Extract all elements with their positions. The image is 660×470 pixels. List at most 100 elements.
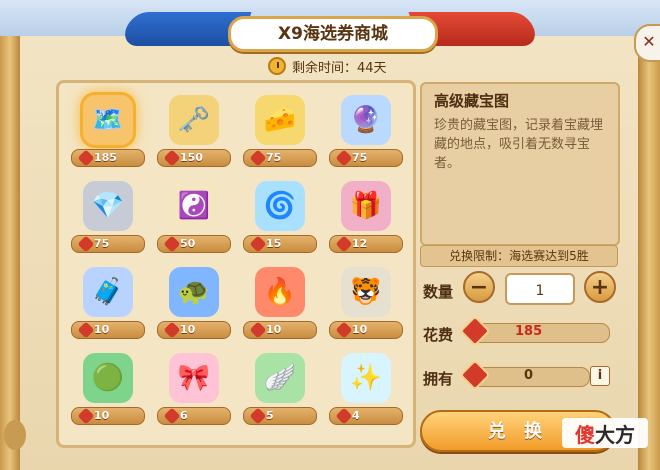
item-slot[interactable]: 🐢 10 bbox=[153, 261, 233, 345]
coupon-icon bbox=[163, 235, 181, 253]
cost-value: 185 bbox=[515, 324, 543, 339]
quantity-decrease-button[interactable]: − bbox=[463, 271, 495, 303]
page-title: X9海选券商城 bbox=[278, 24, 388, 44]
item-slot[interactable]: 🎁 12 bbox=[325, 175, 405, 259]
box-icon: 🎀 bbox=[169, 353, 219, 403]
timer: 剩余时间：44天 bbox=[268, 56, 387, 76]
price-tag: 10 bbox=[157, 321, 231, 339]
price-value: 150 bbox=[180, 151, 203, 164]
coupon-icon bbox=[77, 235, 95, 253]
coupon-icon bbox=[249, 407, 267, 425]
map-icon: 🗺️ bbox=[83, 95, 133, 145]
cost-label: 花费 bbox=[423, 326, 454, 344]
price-tag: 5 bbox=[243, 407, 317, 425]
price-tag: 12 bbox=[329, 235, 403, 253]
quantity-increase-button[interactable]: + bbox=[584, 271, 616, 303]
price-tag: 75 bbox=[243, 149, 317, 167]
quantity-label: 数量 bbox=[423, 283, 454, 301]
item-slot[interactable]: 💎 75 bbox=[67, 175, 147, 259]
title-banner: X9海选券商城 bbox=[118, 2, 542, 58]
coupon-icon bbox=[77, 321, 95, 339]
item-slot[interactable]: 🌀 15 bbox=[239, 175, 319, 259]
coupon-icon bbox=[163, 407, 181, 425]
item-slot[interactable]: 🗺️ 185 bbox=[67, 89, 147, 173]
price-value: 10 bbox=[180, 323, 196, 336]
price-tag: 4 bbox=[329, 407, 403, 425]
price-value: 10 bbox=[94, 323, 110, 336]
price-value: 6 bbox=[180, 409, 188, 422]
item-detail-panel: 高级藏宝图 珍贵的藏宝图，记录着宝藏埋藏的地点，吸引着无数寻宝者。 bbox=[420, 82, 620, 246]
price-tag: 75 bbox=[71, 235, 145, 253]
coupon-icon bbox=[77, 407, 95, 425]
item-slot[interactable]: ✨ 4 bbox=[325, 347, 405, 431]
item-description: 珍贵的藏宝图，记录着宝藏埋藏的地点，吸引着无数寻宝者。 bbox=[434, 118, 604, 171]
price-tag: 10 bbox=[71, 321, 145, 339]
info-icon[interactable]: i bbox=[590, 366, 610, 386]
coupon-icon bbox=[249, 149, 267, 167]
item-slot[interactable]: ☯️ 50 bbox=[153, 175, 233, 259]
corner-emblem bbox=[4, 420, 26, 450]
price-tag: 10 bbox=[329, 321, 403, 339]
price-tag: 50 bbox=[157, 235, 231, 253]
price-tag: 185 bbox=[71, 149, 145, 167]
spark-icon: ✨ bbox=[341, 353, 391, 403]
wing-icon: 🪽 bbox=[255, 353, 305, 403]
price-tag: 10 bbox=[71, 407, 145, 425]
own-label: 拥有 bbox=[423, 370, 454, 388]
watermark-logo: 傻 大方 bbox=[562, 418, 648, 448]
coupon-icon bbox=[249, 235, 267, 253]
coupon-icon bbox=[335, 321, 353, 339]
price-value: 75 bbox=[266, 151, 282, 164]
item-slot[interactable]: 🔥 10 bbox=[239, 261, 319, 345]
item-slot[interactable]: 🪽 5 bbox=[239, 347, 319, 431]
tiger-icon: 🐯 bbox=[341, 267, 391, 317]
coupon-icon bbox=[335, 407, 353, 425]
price-value: 185 bbox=[94, 151, 117, 164]
item-slot[interactable]: 🔮 75 bbox=[325, 89, 405, 173]
orb-icon: 🔮 bbox=[341, 95, 391, 145]
price-value: 4 bbox=[352, 409, 360, 422]
item-slot[interactable]: 🧳 10 bbox=[67, 261, 147, 345]
price-tag: 15 bbox=[243, 235, 317, 253]
price-value: 12 bbox=[352, 237, 368, 250]
watermark-char-b: 大方 bbox=[595, 422, 635, 447]
own-value: 0 bbox=[524, 368, 534, 383]
price-value: 10 bbox=[94, 409, 110, 422]
coupon-icon bbox=[163, 321, 181, 339]
coupon-icon bbox=[77, 149, 95, 167]
timer-text: 剩余时间：44天 bbox=[292, 60, 387, 76]
yinyang-icon: ☯️ bbox=[169, 181, 219, 231]
turtle-icon: 🐢 bbox=[169, 267, 219, 317]
clock-icon bbox=[268, 57, 286, 75]
watermark-char-a: 傻 bbox=[575, 422, 595, 447]
price-value: 5 bbox=[266, 409, 274, 422]
coupon-icon bbox=[335, 235, 353, 253]
coupon-icon bbox=[249, 321, 267, 339]
right-pillar bbox=[638, 0, 660, 470]
price-value: 10 bbox=[352, 323, 368, 336]
item-slot[interactable]: 🐯 10 bbox=[325, 261, 405, 345]
item-slot[interactable]: 🟢 10 bbox=[67, 347, 147, 431]
item-slot[interactable]: 🗝️ 150 bbox=[153, 89, 233, 173]
item-slot[interactable]: 🧀 75 bbox=[239, 89, 319, 173]
exchange-limit: 兑换限制：海选赛达到5胜 bbox=[420, 245, 618, 267]
price-value: 75 bbox=[94, 237, 110, 250]
price-tag: 6 bbox=[157, 407, 231, 425]
left-pillar bbox=[0, 0, 20, 470]
chest2-icon: 🧳 bbox=[83, 267, 133, 317]
close-button[interactable]: ✕ bbox=[634, 24, 660, 62]
chest-icon: 🎁 bbox=[341, 181, 391, 231]
price-value: 15 bbox=[266, 237, 282, 250]
fire-icon: 🔥 bbox=[255, 267, 305, 317]
quantity-input[interactable]: 1 bbox=[505, 273, 575, 305]
price-tag: 75 bbox=[329, 149, 403, 167]
price-value: 75 bbox=[352, 151, 368, 164]
item-slot[interactable]: 🎀 6 bbox=[153, 347, 233, 431]
price-value: 10 bbox=[266, 323, 282, 336]
coupon-icon bbox=[335, 149, 353, 167]
gold-icon: 🧀 bbox=[255, 95, 305, 145]
item-title: 高级藏宝图 bbox=[434, 92, 510, 110]
price-tag: 150 bbox=[157, 149, 231, 167]
item-grid: 🗺️ 185 🗝️ 150 🧀 75 🔮 75 💎 75 ☯️ 50 🌀 15 🎁 12 🧳 10 🐢 10 🔥 10 🐯 1… bbox=[56, 80, 416, 448]
cloud-icon: 🌀 bbox=[255, 181, 305, 231]
